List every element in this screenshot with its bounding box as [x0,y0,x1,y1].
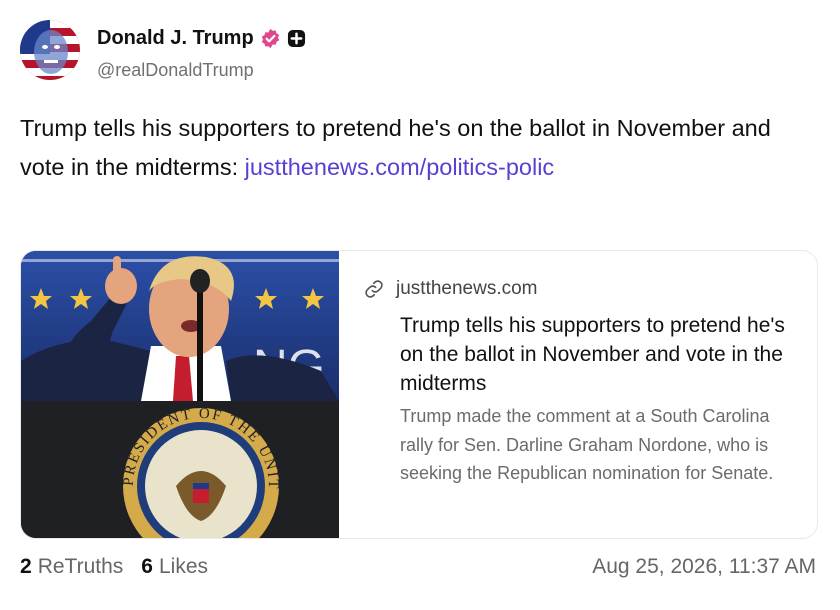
card-image: NG PRESIDENT OF THE UNITED [21,251,339,538]
verified-badge-icon [260,28,281,49]
likes-label: Likes [158,555,208,578]
post-link[interactable]: justthenews.com/politics-polic [245,154,555,180]
avatar[interactable] [20,20,80,80]
retruths-label: ReTruths [37,555,124,578]
link-icon [364,279,384,299]
plus-badge-icon [287,29,306,48]
author-handle[interactable]: @realDonaldTrump [97,60,254,81]
retruths-stat[interactable]: 2 ReTruths [20,555,123,579]
author-row: Donald J. Trump [97,27,306,50]
post-stats: 2 ReTruths 6 Likes [20,555,226,579]
likes-count: 6 [141,555,153,578]
post-text: Trump tells his supporters to pretend he… [20,109,810,187]
card-domain: justthenews.com [396,278,538,299]
retruths-count: 2 [20,555,32,578]
avatar-image [20,20,80,80]
card-domain-row: justthenews.com [364,278,538,300]
post-timestamp[interactable]: Aug 25, 2026, 11:37 AM [592,555,816,579]
card-title[interactable]: Trump tells his supporters to pretend he… [400,311,800,398]
author-display-name[interactable]: Donald J. Trump [97,27,254,50]
card-description: Trump made the comment at a South Caroli… [400,406,774,483]
likes-stat[interactable]: 6 Likes [141,555,208,579]
link-preview-card[interactable]: NG PRESIDENT OF THE UNITED [20,250,818,539]
